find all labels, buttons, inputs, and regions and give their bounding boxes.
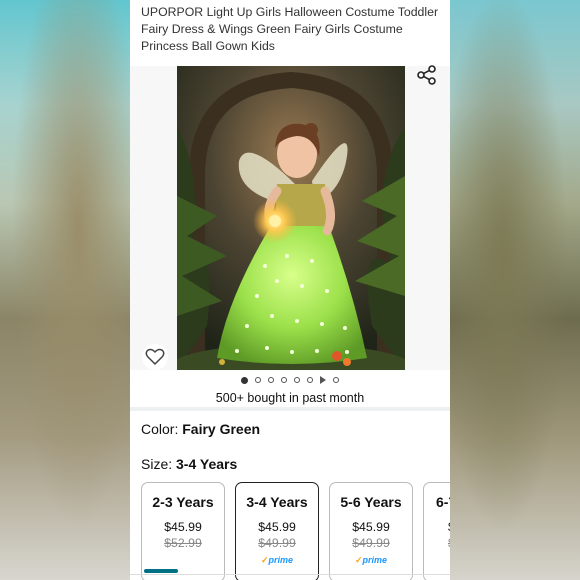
pagination-dot[interactable] (281, 377, 287, 383)
section-divider (130, 407, 450, 411)
size-option-label: 5-6 Years (340, 494, 402, 510)
product-title: UPORPOR Light Up Girls Halloween Costume… (141, 5, 439, 53)
size-option-list-price: $49.99 (352, 536, 390, 550)
background-right (450, 0, 580, 580)
size-options: 2-3 Years $45.99 $52.99 3-4 Years $45.99… (141, 482, 450, 580)
pagination-dot[interactable] (294, 377, 300, 383)
size-option-price: $45.99 (352, 520, 390, 534)
background-left (0, 0, 130, 580)
pagination-dot[interactable] (307, 377, 313, 383)
size-selection: Size: 3-4 Years (141, 456, 237, 472)
size-option-5-6-years[interactable]: 5-6 Years $45.99 $49.99 ✓prime (329, 482, 413, 580)
prime-label: prime (362, 555, 388, 565)
prime-check-icon: ✓ (260, 555, 269, 565)
share-icon[interactable] (416, 64, 438, 86)
size-option-list-price: $49.99 (258, 536, 296, 550)
prime-label: prime (268, 555, 294, 565)
video-play-icon[interactable] (320, 376, 326, 384)
pagination-dot[interactable] (241, 376, 248, 384)
size-option-label: 2-3 Years (152, 494, 214, 510)
gallery-pagination (130, 374, 450, 386)
size-option-price: $45.99 (258, 520, 296, 534)
pagination-dot[interactable] (333, 377, 339, 383)
pagination-dot[interactable] (255, 377, 261, 383)
size-option-price: $45.99 (164, 520, 202, 534)
color-selection: Color: Fairy Green (141, 421, 260, 437)
prime-badge: ✓prime (330, 555, 412, 566)
product-page: UPORPOR Light Up Girls Halloween Costume… (130, 0, 450, 580)
heart-icon[interactable] (142, 344, 168, 370)
size-option-label: 3-4 Years (246, 494, 308, 510)
color-label: Color: (141, 421, 183, 437)
prime-badge: ✓prime (236, 555, 318, 566)
pagination-dot[interactable] (268, 377, 274, 383)
accent-bar (144, 569, 178, 573)
size-value: 3-4 Years (176, 456, 238, 472)
size-option-label: 6-7 (436, 494, 450, 510)
size-option-list-price: $ (448, 536, 450, 550)
image-gallery[interactable] (130, 64, 450, 370)
size-option-price: $ (448, 520, 450, 534)
color-value: Fairy Green (182, 421, 261, 437)
prime-check-icon: ✓ (354, 555, 363, 565)
size-option-list-price: $52.99 (164, 536, 202, 550)
size-option-6-7-years[interactable]: 6-7 $ $ (423, 482, 450, 580)
size-option-3-4-years[interactable]: 3-4 Years $45.99 $49.99 ✓prime (235, 482, 319, 580)
bottom-divider (130, 574, 450, 575)
size-option-2-3-years[interactable]: 2-3 Years $45.99 $52.99 (141, 482, 225, 580)
bought-count: 500+ bought in past month (215, 391, 365, 405)
size-label: Size: (141, 456, 177, 472)
product-image[interactable] (177, 66, 405, 370)
